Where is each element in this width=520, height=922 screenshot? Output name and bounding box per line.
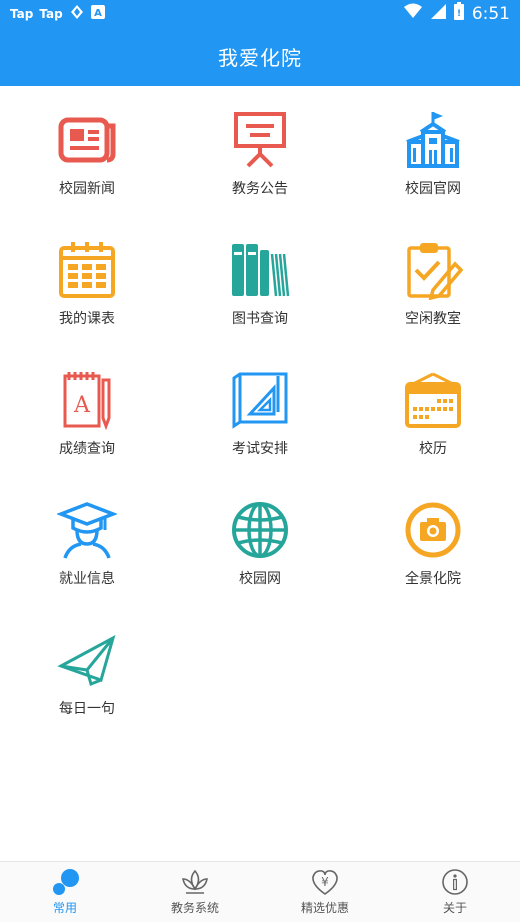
tile-free-classroom[interactable]: 空闲教室	[346, 216, 520, 346]
sync-icon	[69, 4, 85, 23]
tile-label: 就业信息	[59, 571, 115, 587]
graduate-icon	[57, 502, 117, 559]
info-icon	[442, 869, 468, 895]
svg-text:!: !	[457, 9, 461, 19]
tile-label: 校园官网	[405, 181, 461, 197]
tile-employment-info[interactable]: 就业信息	[0, 476, 174, 606]
tile-label: 校历	[419, 441, 447, 457]
signal-icon	[430, 3, 446, 24]
tile-exam-arrangement[interactable]: 考试安排	[173, 346, 347, 476]
status-app-label-2: Tap	[39, 6, 63, 21]
status-bar: Tap Tap A ! 6:51	[0, 0, 520, 26]
nav-label: 常用	[52, 901, 77, 915]
battery-icon: !	[453, 2, 464, 25]
nav-common[interactable]: 常用	[0, 862, 130, 922]
tile-official-site[interactable]: 校园官网	[346, 86, 520, 216]
app-bar: 我爱化院	[0, 26, 520, 86]
svg-text:¥: ¥	[321, 875, 329, 889]
nav-label: 关于	[442, 901, 467, 915]
tile-academic-notice[interactable]: 教务公告	[173, 86, 347, 216]
tile-label: 校园新闻	[59, 181, 115, 197]
bottom-navigation: 常用 教务系统 ¥ 精选优惠 关于	[0, 861, 520, 922]
tile-label: 每日一句	[59, 701, 115, 717]
clipboard-check-icon	[407, 243, 463, 300]
tile-label: 教务公告	[232, 181, 288, 197]
status-app-label-1: Tap	[10, 6, 34, 21]
tile-label: 考试安排	[232, 441, 288, 457]
nav-label: 精选优惠	[300, 901, 349, 915]
calendar-keyboard-icon	[405, 372, 461, 428]
tile-label: 成绩查询	[59, 441, 115, 457]
tile-panorama[interactable]: 全景化院	[346, 476, 520, 606]
tile-my-schedule[interactable]: 我的课表	[0, 216, 174, 346]
calendar-icon	[59, 242, 115, 298]
tile-daily-quote[interactable]: 每日一句	[0, 606, 174, 736]
svg-text:A: A	[73, 393, 91, 418]
svg-text:A: A	[94, 8, 102, 19]
page-title: 我爱化院	[218, 45, 302, 70]
tile-label: 空闲教室	[405, 311, 461, 327]
presentation-board-icon	[234, 112, 286, 168]
nav-deals[interactable]: ¥ 精选优惠	[260, 862, 390, 922]
school-building-icon	[406, 112, 460, 168]
globe-icon	[232, 502, 288, 558]
notebook-icon: A	[63, 372, 111, 430]
tile-label: 我的课表	[59, 311, 115, 327]
nav-about[interactable]: 关于	[390, 862, 520, 922]
tile-campus-network[interactable]: 校园网	[173, 476, 347, 606]
tile-campus-news[interactable]: 校园新闻	[0, 86, 174, 216]
books-icon	[232, 244, 290, 297]
nav-academic-system[interactable]: 教务系统	[130, 862, 260, 922]
dots-icon	[53, 869, 79, 895]
camera-icon	[405, 502, 461, 558]
tile-label: 全景化院	[405, 571, 461, 587]
clock: 6:51	[471, 3, 510, 24]
tile-label: 校园网	[239, 571, 281, 587]
tile-school-calendar[interactable]: 校历	[346, 346, 520, 476]
yen-heart-icon: ¥	[312, 870, 338, 895]
paper-plane-icon	[57, 634, 116, 687]
nav-label: 教务系统	[170, 901, 219, 915]
newspaper-icon	[58, 117, 116, 163]
tile-grade-query[interactable]: A 成绩查询	[0, 346, 174, 476]
lotus-icon	[182, 869, 208, 894]
blueprint-ruler-icon	[232, 372, 288, 429]
wifi-icon	[403, 3, 422, 24]
tile-label: 图书查询	[232, 311, 288, 327]
notification-a-icon: A	[90, 5, 105, 22]
tile-library-search[interactable]: 图书查询	[173, 216, 347, 346]
